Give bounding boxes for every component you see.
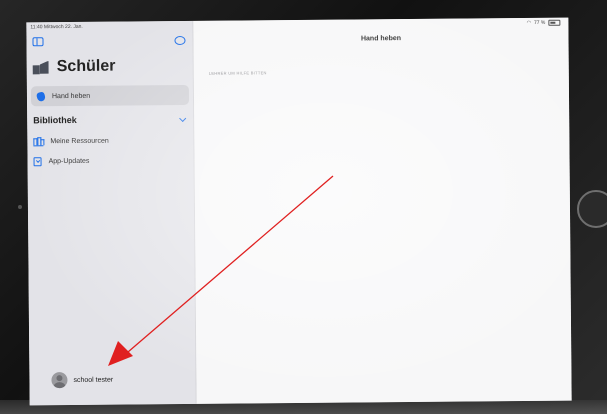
app-header: Schüler xyxy=(32,57,116,77)
sidebar-item-hand-heben[interactable]: Hand heben xyxy=(30,84,190,107)
home-button[interactable] xyxy=(577,190,607,228)
sidebar: Schüler Hand heben Bibliothek Meine Ress… xyxy=(26,20,197,406)
camera-icon xyxy=(18,205,22,209)
section-title: Bibliothek xyxy=(33,114,77,126)
sidebar-item-app-updates[interactable]: App-Updates xyxy=(33,157,90,167)
status-time: 11:40 Mittwoch 22. Jan. xyxy=(30,23,83,31)
sidebar-toggle-icon[interactable] xyxy=(32,37,44,47)
library-icon xyxy=(33,137,45,147)
section-label: LEHRER UM HILFE BITTEN xyxy=(208,70,267,76)
battery-icon xyxy=(548,19,561,26)
avatar-icon xyxy=(51,372,68,389)
battery-percent: 77 % xyxy=(533,19,546,26)
chat-icon[interactable] xyxy=(174,35,186,46)
chevron-down-icon[interactable] xyxy=(179,114,187,122)
page-title: Hand heben xyxy=(360,35,402,43)
user-profile[interactable]: school tester xyxy=(51,372,113,389)
hand-icon xyxy=(35,90,47,102)
main-content: Hand heben LEHRER UM HILFE BITTEN xyxy=(193,17,572,404)
sidebar-item-label: App-Updates xyxy=(48,157,90,166)
tablet-screen: 11:40 Mittwoch 22. Jan. ◠ 77 % Schüler H… xyxy=(26,17,572,406)
app-logo-icon xyxy=(32,61,49,74)
status-indicators: ◠ 77 % xyxy=(526,19,561,27)
sidebar-item-label: Meine Ressourcen xyxy=(50,137,109,146)
sidebar-item-meine-ressourcen[interactable]: Meine Ressourcen xyxy=(33,137,109,147)
wifi-icon: ◠ xyxy=(526,19,531,27)
update-icon xyxy=(33,157,42,167)
app-title: Schüler xyxy=(56,57,116,76)
sidebar-item-label: Hand heben xyxy=(51,92,91,100)
profile-name: school tester xyxy=(73,376,114,384)
section-header-bibliothek[interactable]: Bibliothek xyxy=(33,114,189,125)
